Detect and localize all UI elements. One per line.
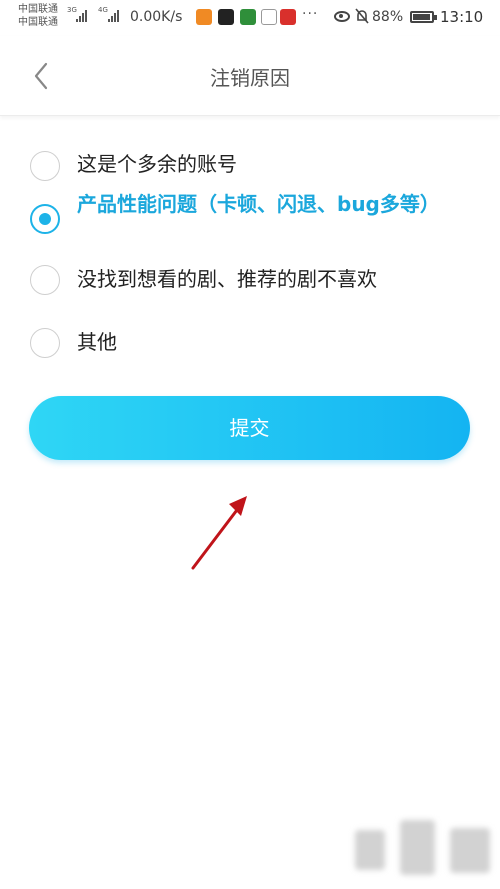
bell-off-icon (355, 8, 369, 24)
more-notifications-icon: ··· (302, 6, 319, 22)
option-redundant-account[interactable]: 这是个多余的账号 (0, 140, 500, 181)
network-speed: 0.00K/s (130, 9, 183, 25)
battery-percent: 88% (372, 9, 404, 25)
carrier-line-1: 中国联通 (18, 4, 58, 15)
app-icon-black (218, 9, 234, 25)
app-icon-green (240, 9, 256, 25)
app-icon-orange (196, 9, 212, 25)
annotation-arrow-icon (191, 496, 247, 570)
option-label: 其他 (77, 330, 117, 354)
status-bar: 中国联通 中国联通 3G 4G 0.00K/s ··· 88% 13:10 (0, 0, 500, 36)
signal-icon-2 (108, 10, 119, 22)
page-title: 注销原因 (210, 66, 290, 90)
radio-button[interactable] (30, 151, 60, 181)
radio-button-selected[interactable] (30, 204, 60, 234)
option-no-content[interactable]: 没找到想看的剧、推荐的剧不喜欢 (0, 263, 500, 299)
radio-button[interactable] (30, 265, 60, 295)
battery-icon (410, 11, 437, 23)
app-icon-red (280, 9, 296, 25)
option-label: 产品性能问题（卡顿、闪退、bug多等） (77, 192, 440, 216)
clock: 13:10 (440, 8, 484, 26)
option-other[interactable]: 其他 (0, 326, 500, 362)
app-icon-text (261, 9, 277, 25)
header-bar: 注销原因 (0, 36, 500, 116)
network-type-2: 4G (98, 6, 108, 14)
signal-icon (76, 10, 87, 22)
option-label: 这是个多余的账号 (77, 152, 237, 176)
option-performance-issue[interactable]: 产品性能问题（卡顿、闪退、bug多等） (0, 188, 500, 258)
watermark-image (355, 820, 490, 875)
radio-button[interactable] (30, 328, 60, 358)
submit-button[interactable]: 提交 (29, 396, 470, 460)
option-label: 没找到想看的剧、推荐的剧不喜欢 (77, 267, 377, 291)
eye-icon (334, 11, 350, 22)
carrier-line-2: 中国联通 (18, 17, 58, 28)
carrier-info: 中国联通 中国联通 (18, 3, 58, 29)
